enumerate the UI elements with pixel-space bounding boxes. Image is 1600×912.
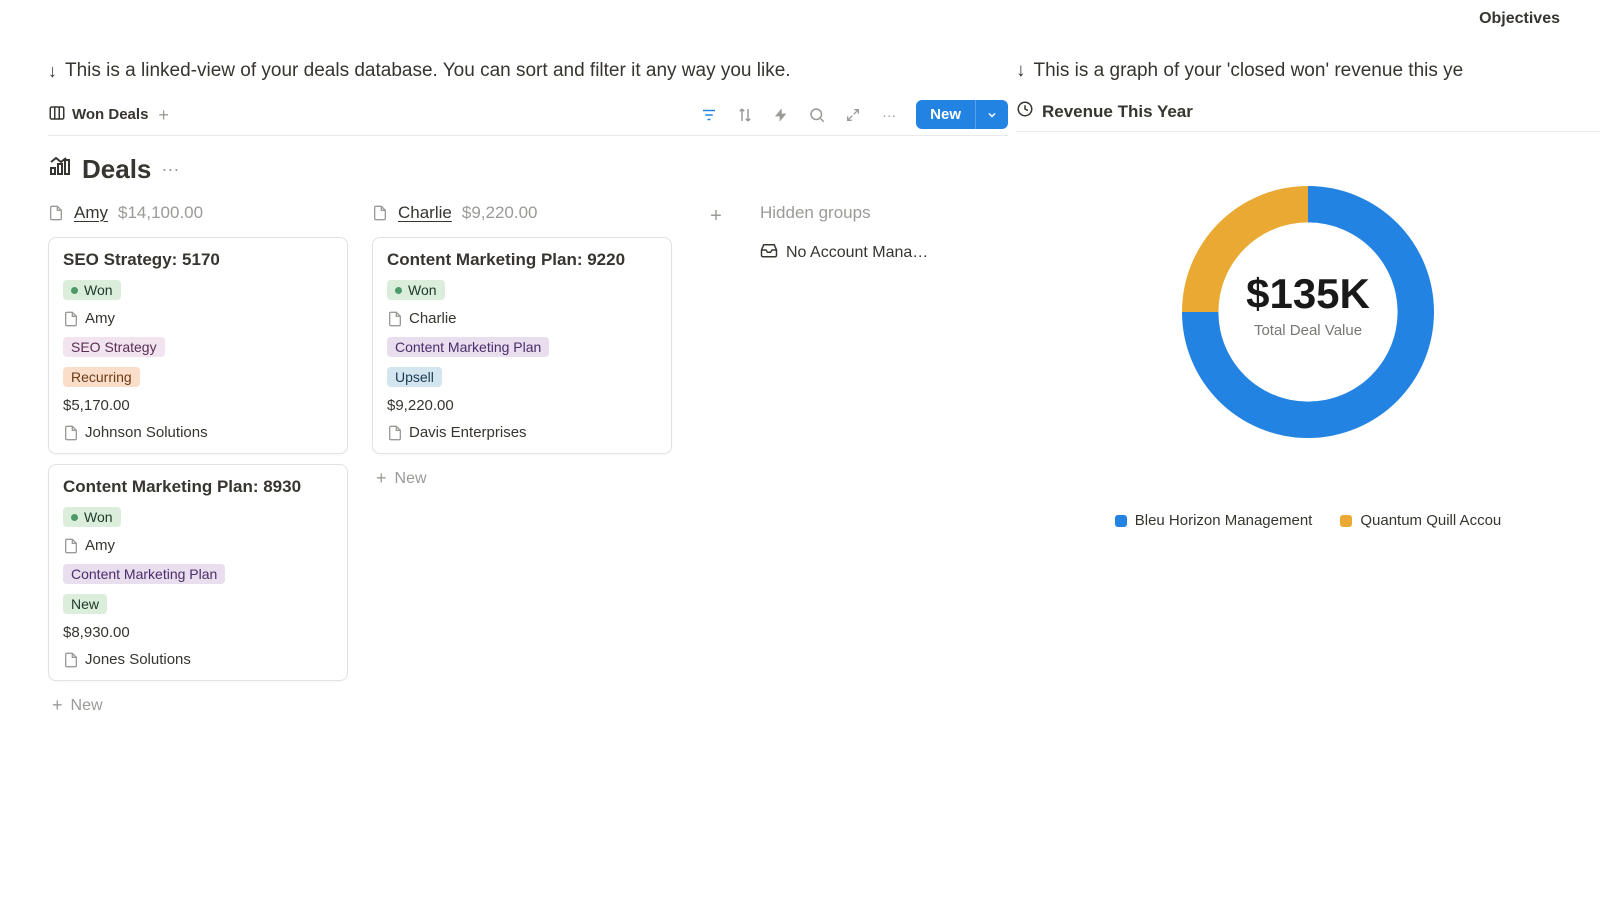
status-pill: Won xyxy=(63,507,121,527)
status-pill: Won xyxy=(387,280,445,300)
column-amount: $14,100.00 xyxy=(118,203,203,223)
revenue-hint: ↓ This is a graph of your 'closed won' r… xyxy=(1016,60,1600,82)
revenue-hint-text: This is a graph of your 'closed won' rev… xyxy=(1034,60,1464,82)
board-column: Charlie$9,220.00Content Marketing Plan: … xyxy=(372,203,672,720)
column-name[interactable]: Charlie xyxy=(398,203,452,223)
sort-icon[interactable] xyxy=(736,106,754,124)
category-pill: SEO Strategy xyxy=(63,337,165,357)
more-icon[interactable]: ··· xyxy=(880,107,898,123)
card-title: Content Marketing Plan: 8930 xyxy=(63,477,333,497)
deals-title-row: Deals ··· xyxy=(48,154,1008,185)
legend-item[interactable]: Bleu Horizon Management xyxy=(1115,512,1313,529)
deals-linked-view: ↓ This is a linked-view of your deals da… xyxy=(48,60,1008,912)
deals-board: Amy$14,100.00SEO Strategy: 5170WonAmySEO… xyxy=(48,203,1008,720)
search-icon[interactable] xyxy=(808,106,826,124)
arrow-down-icon: ↓ xyxy=(48,61,57,82)
donut-center-label: Total Deal Value xyxy=(1098,322,1518,339)
board-column: Amy$14,100.00SEO Strategy: 5170WonAmySEO… xyxy=(48,203,348,720)
deals-title-icon xyxy=(48,154,72,185)
plus-icon: + xyxy=(52,695,63,716)
add-column-button[interactable]: + xyxy=(710,205,722,720)
column-header[interactable]: Amy $14,100.00 xyxy=(48,203,348,223)
legend-swatch xyxy=(1340,515,1352,527)
deals-hint: ↓ This is a linked-view of your deals da… xyxy=(48,60,1008,82)
board-icon xyxy=(48,104,66,126)
chart-legend: Bleu Horizon Management Quantum Quill Acc… xyxy=(1098,512,1518,529)
hidden-groups-header[interactable]: Hidden groups xyxy=(760,203,980,223)
card-owner: Amy xyxy=(85,537,115,554)
category-pill: Content Marketing Plan xyxy=(387,337,549,357)
arrow-down-icon: ↓ xyxy=(1016,60,1026,82)
page-icon xyxy=(63,425,79,441)
card-amount: $8,930.00 xyxy=(63,624,333,641)
card-title: SEO Strategy: 5170 xyxy=(63,250,333,270)
deal-type-pill: Recurring xyxy=(63,367,140,387)
card-owner: Amy xyxy=(85,310,115,327)
legend-item[interactable]: Quantum Quill Accou xyxy=(1340,512,1501,529)
legend-label: Bleu Horizon Management xyxy=(1135,512,1313,529)
add-card-button[interactable]: +New xyxy=(48,691,348,720)
add-card-button[interactable]: +New xyxy=(372,464,672,493)
card-company: Johnson Solutions xyxy=(85,424,208,441)
hidden-groups-column: Hidden groups No Account Mana… xyxy=(760,203,980,720)
page-icon xyxy=(63,311,79,327)
add-view-button[interactable]: + xyxy=(158,106,169,124)
chart-view-tab[interactable]: Revenue This Year xyxy=(1016,100,1600,132)
card-amount: $5,170.00 xyxy=(63,397,333,414)
new-button-dropdown[interactable] xyxy=(975,100,1008,129)
view-tab-label: Won Deals xyxy=(72,106,148,123)
deals-title-more-icon[interactable]: ··· xyxy=(161,159,179,180)
deal-type-pill: New xyxy=(63,594,107,614)
column-amount: $9,220.00 xyxy=(462,203,538,223)
column-name[interactable]: Amy xyxy=(74,203,108,223)
category-pill: Content Marketing Plan xyxy=(63,564,225,584)
inbox-icon xyxy=(760,241,778,264)
page-icon xyxy=(387,425,403,441)
card-company: Jones Solutions xyxy=(85,651,191,668)
page-icon xyxy=(48,205,64,221)
expand-icon[interactable] xyxy=(844,107,862,123)
filter-icon[interactable] xyxy=(700,106,718,124)
deal-card[interactable]: Content Marketing Plan: 8930 Won Amy Conten… xyxy=(48,464,348,681)
chart-view-label: Revenue This Year xyxy=(1042,102,1193,122)
deal-type-pill: Upsell xyxy=(387,367,442,387)
revenue-panel: ↓ This is a graph of your 'closed won' r… xyxy=(1016,60,1600,912)
objectives-link[interactable]: Objectives xyxy=(1479,10,1560,28)
card-company: Davis Enterprises xyxy=(409,424,527,441)
donut-chart: $135K Total Deal Value Bleu Horizon Mana… xyxy=(1098,172,1518,529)
page-icon xyxy=(63,652,79,668)
status-pill: Won xyxy=(63,280,121,300)
plus-icon: + xyxy=(376,468,387,489)
lightning-icon[interactable] xyxy=(772,107,790,123)
new-button[interactable]: New xyxy=(916,100,975,129)
legend-swatch xyxy=(1115,515,1127,527)
page-icon xyxy=(387,311,403,327)
page-icon xyxy=(63,538,79,554)
hidden-group-item[interactable]: No Account Mana… xyxy=(760,237,980,268)
deals-hint-text: This is a linked-view of your deals data… xyxy=(65,60,791,82)
page-icon xyxy=(372,205,388,221)
deal-card[interactable]: Content Marketing Plan: 9220 Won Charlie Co… xyxy=(372,237,672,454)
card-amount: $9,220.00 xyxy=(387,397,657,414)
card-owner: Charlie xyxy=(409,310,457,327)
legend-label: Quantum Quill Accou xyxy=(1360,512,1501,529)
clock-icon xyxy=(1016,100,1034,123)
deal-card[interactable]: SEO Strategy: 5170 Won Amy SEO Strategy Recu… xyxy=(48,237,348,454)
deals-title-text[interactable]: Deals xyxy=(82,154,151,185)
card-title: Content Marketing Plan: 9220 xyxy=(387,250,657,270)
donut-center-value: $135K xyxy=(1098,270,1518,318)
column-header[interactable]: Charlie $9,220.00 xyxy=(372,203,672,223)
view-tab-won-deals[interactable]: Won Deals xyxy=(48,104,148,126)
view-bar: Won Deals + ··· xyxy=(48,100,1008,136)
